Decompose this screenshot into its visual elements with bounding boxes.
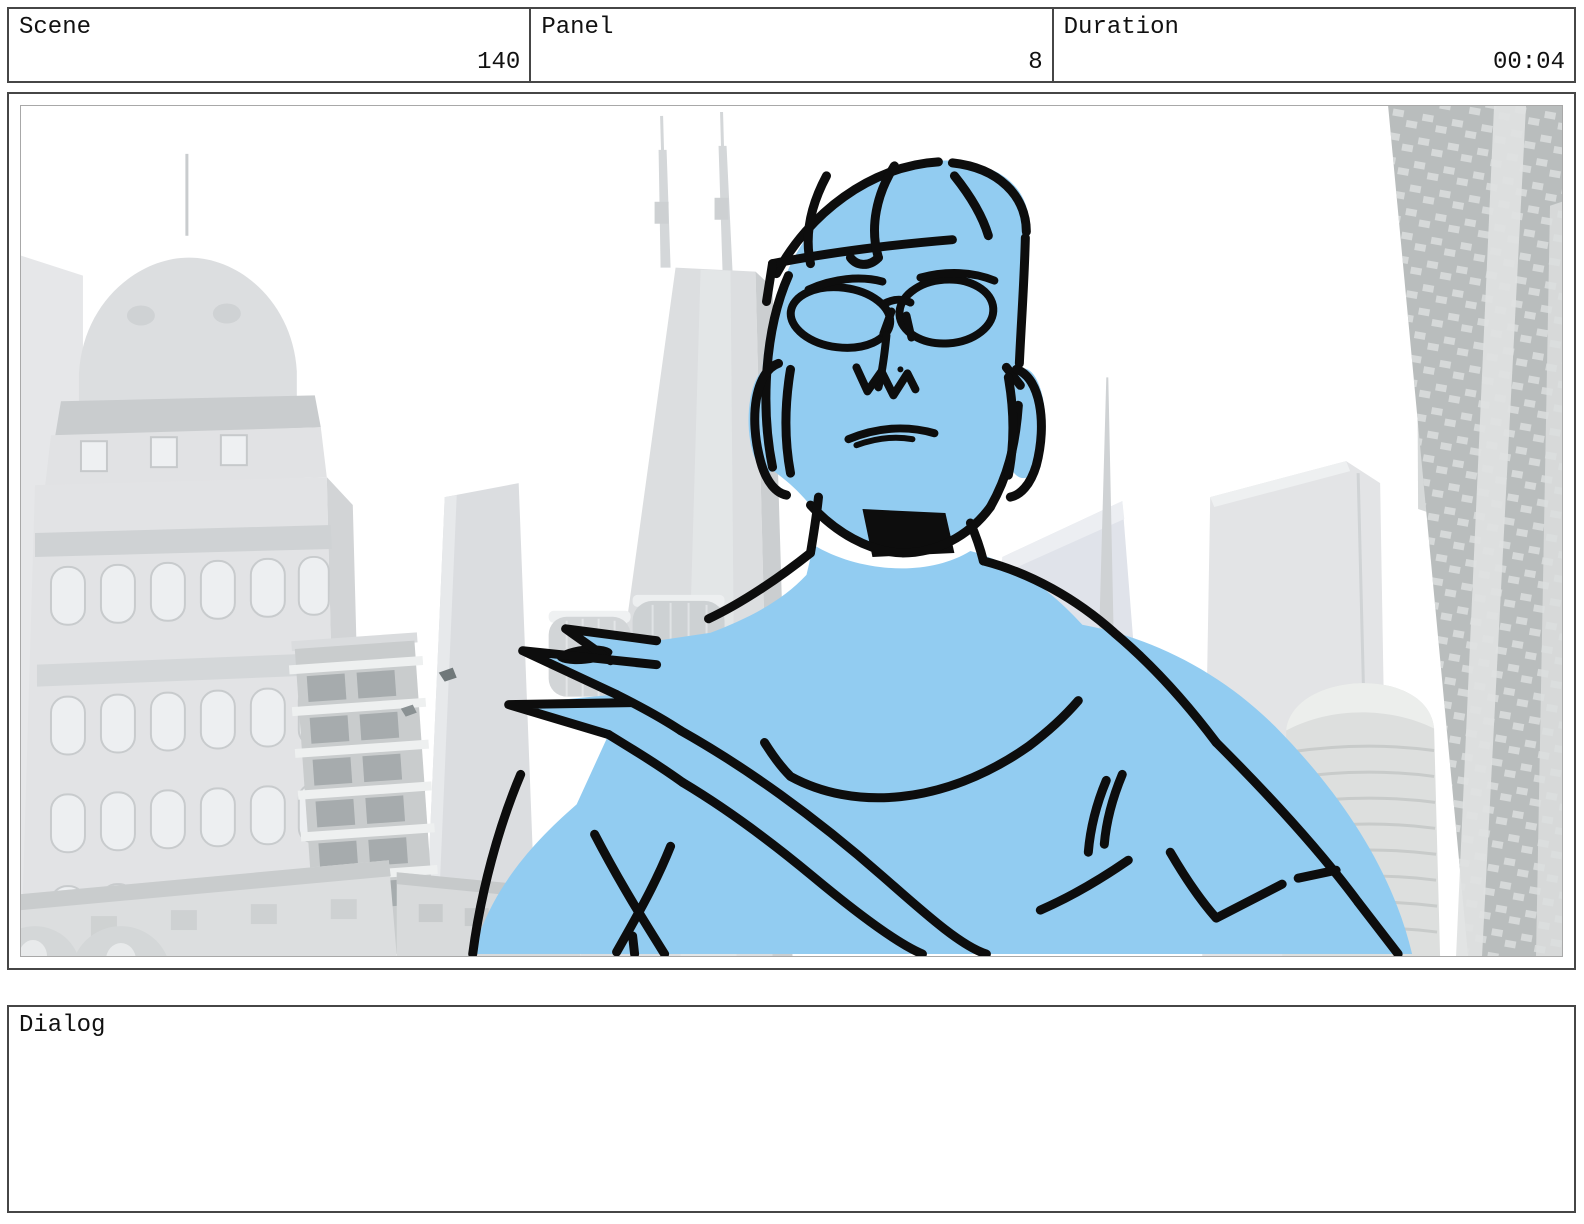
drawing-canvas[interactable] [20, 105, 1563, 957]
panel-label: Panel [541, 14, 613, 41]
scene-field[interactable]: Scene 140 [9, 9, 529, 81]
scene-label: Scene [19, 14, 91, 41]
duration-value[interactable]: 00:04 [1493, 49, 1565, 76]
panel-field[interactable]: Panel 8 [529, 9, 1051, 81]
scene-value[interactable]: 140 [477, 49, 520, 76]
dialog-box[interactable]: Dialog [7, 1005, 1576, 1213]
duration-label: Duration [1064, 14, 1179, 41]
duration-field[interactable]: Duration 00:04 [1052, 9, 1574, 81]
storyboard-drawing [21, 106, 1562, 956]
panel-value[interactable]: 8 [1028, 49, 1042, 76]
dialog-label: Dialog [19, 1012, 105, 1039]
storyboard-image-panel [7, 92, 1576, 970]
storyboard-header: Scene 140 Panel 8 Duration 00:04 [7, 7, 1576, 83]
